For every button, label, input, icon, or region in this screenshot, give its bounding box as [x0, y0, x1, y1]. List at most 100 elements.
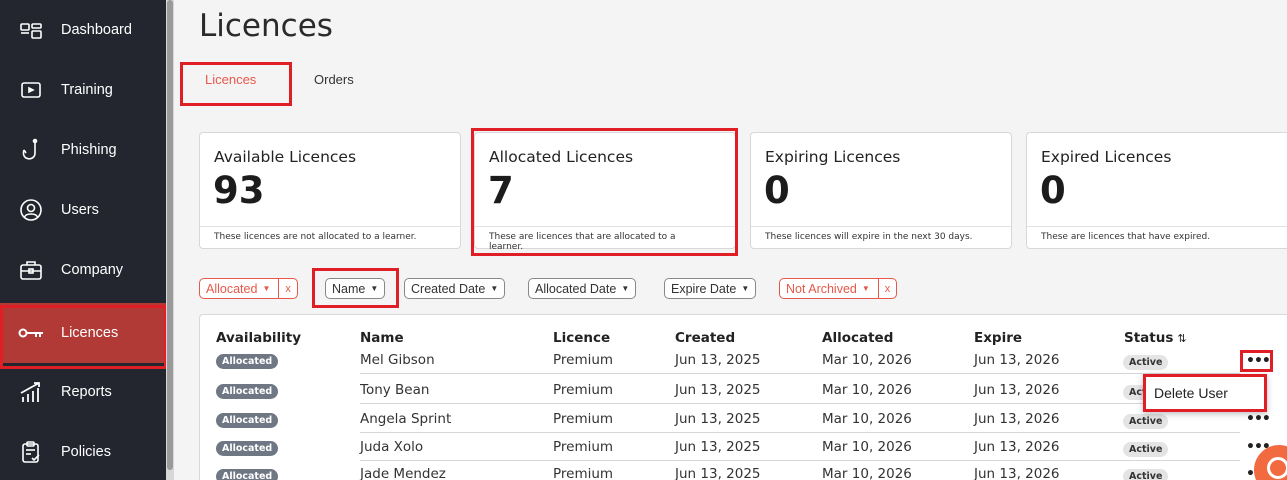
cell-expire: Jun 13, 2026: [974, 439, 1060, 455]
cell-name: Juda Xolo: [360, 439, 424, 455]
cell-expire: Jun 13, 2026: [974, 352, 1060, 368]
delete-user-menu-item[interactable]: Delete User: [1154, 385, 1228, 401]
training-icon: [18, 77, 44, 103]
card-footer: These licences are not allocated to a le…: [200, 226, 460, 242]
cell-allocated: Mar 10, 2026: [822, 466, 912, 480]
card-expired-licences: Expired Licences 0 These are licences th…: [1026, 132, 1287, 249]
cell-name: Jade Mendez: [360, 466, 446, 480]
sidebar-item-dashboard[interactable]: Dashboard: [0, 0, 166, 60]
cell-allocated: Mar 10, 2026: [822, 352, 912, 368]
availability-badge: Allocated: [216, 441, 279, 456]
status-badge: Active: [1123, 469, 1169, 480]
sidebar-item-label: Users: [61, 202, 99, 218]
row-divider: [360, 432, 1240, 433]
availability-badge: Allocated: [216, 413, 279, 428]
cell-licence: Premium: [553, 352, 614, 368]
sidebar-item-licences[interactable]: Licences: [0, 303, 166, 363]
cell-licence: Premium: [553, 411, 614, 427]
cell-licence: Premium: [553, 439, 614, 455]
filter-allocated[interactable]: Allocated ▼ x: [199, 278, 298, 299]
sort-icon[interactable]: ⇅: [1177, 332, 1186, 345]
column-header[interactable]: Expire: [974, 330, 1022, 346]
key-icon: [18, 320, 44, 346]
sidebar-item-label: Policies: [61, 444, 111, 460]
filter-created-date[interactable]: Created Date ▼: [404, 278, 506, 299]
sidebar: Dashboard Training Phishing Users Compan…: [0, 0, 166, 480]
status-badge: Active: [1123, 414, 1169, 429]
highlight-box: [312, 268, 399, 308]
filter-not-archived[interactable]: Not Archived ▼ x: [779, 278, 898, 299]
cell-name: Angela Sprint: [360, 411, 452, 427]
highlight-box: [471, 128, 738, 256]
sidebar-item-training[interactable]: Training: [0, 60, 166, 120]
row-divider: [360, 460, 1240, 461]
row-divider: [360, 373, 1240, 374]
availability-badge: Allocated: [216, 384, 279, 399]
card-value: 93: [213, 169, 265, 212]
column-header[interactable]: Licence: [553, 330, 610, 346]
reports-icon: [18, 379, 44, 405]
row-actions-button[interactable]: •••: [1246, 411, 1271, 427]
sidebar-item-policies[interactable]: Policies: [0, 422, 166, 480]
users-icon: [18, 197, 44, 223]
cell-created: Jun 13, 2025: [675, 382, 761, 398]
cell-name: Tony Bean: [360, 382, 430, 398]
sidebar-item-label: Company: [61, 262, 124, 278]
column-header[interactable]: Created: [675, 330, 735, 346]
status-badge: Active: [1123, 355, 1169, 370]
cell-allocated: Mar 10, 2026: [822, 411, 912, 427]
caret-down-icon: ▼: [262, 284, 271, 293]
caret-down-icon: ▼: [490, 284, 499, 293]
row-divider: [360, 403, 1240, 404]
filter-expire-date[interactable]: Expire Date ▼: [664, 278, 757, 299]
phishing-icon: [18, 137, 44, 163]
filter-label: Not Archived: [786, 281, 857, 296]
sidebar-item-label: Phishing: [61, 142, 117, 158]
column-header[interactable]: Availability: [216, 330, 301, 346]
highlight-box: [180, 62, 292, 106]
cell-expire: Jun 13, 2026: [974, 382, 1060, 398]
remove-filter-icon[interactable]: x: [278, 279, 291, 298]
column-header-label: Status: [1124, 330, 1174, 346]
availability-badge: Allocated: [216, 354, 279, 369]
remove-filter-icon[interactable]: x: [877, 279, 890, 298]
scrollbar-thumb[interactable]: [167, 0, 173, 470]
sidebar-item-company[interactable]: Company: [0, 240, 166, 300]
cell-name: Mel Gibson: [360, 352, 435, 368]
card-value: 0: [1040, 169, 1066, 212]
dashboard-icon: [18, 17, 44, 43]
cell-created: Jun 13, 2025: [675, 411, 761, 427]
policies-icon: [18, 439, 44, 465]
sidebar-scrollbar[interactable]: [166, 0, 174, 480]
page-title: Licences: [199, 8, 333, 44]
highlight-box: [1240, 350, 1273, 372]
filter-label: Expire Date: [671, 281, 737, 296]
cell-allocated: Mar 10, 2026: [822, 439, 912, 455]
cell-licence: Premium: [553, 466, 614, 480]
column-header[interactable]: Allocated: [822, 330, 893, 346]
card-footer: These licences will expire in the next 3…: [751, 226, 1011, 242]
filter-label: Created Date: [411, 281, 486, 296]
sidebar-item-label: Dashboard: [61, 22, 132, 38]
filter-label: Allocated Date: [535, 281, 617, 296]
column-header[interactable]: Name: [360, 330, 404, 346]
filter-label: Allocated: [206, 281, 258, 296]
sidebar-item-label: Training: [61, 82, 113, 98]
cell-expire: Jun 13, 2026: [974, 411, 1060, 427]
card-available-licences: Available Licences 93 These licences are…: [199, 132, 461, 249]
chat-icon: [1267, 457, 1287, 479]
tab-orders[interactable]: Orders: [314, 72, 354, 87]
column-header[interactable]: Status ⇅: [1124, 330, 1187, 346]
availability-badge: Allocated: [216, 469, 279, 480]
sidebar-item-phishing[interactable]: Phishing: [0, 120, 166, 180]
filter-allocated-date[interactable]: Allocated Date ▼: [528, 278, 637, 299]
caret-down-icon: ▼: [861, 284, 870, 293]
card-title: Expiring Licences: [765, 148, 901, 166]
sidebar-item-users[interactable]: Users: [0, 180, 166, 240]
company-icon: [18, 257, 44, 283]
card-expiring-licences: Expiring Licences 0 These licences will …: [750, 132, 1012, 249]
sidebar-item-reports[interactable]: Reports: [0, 362, 166, 422]
cell-created: Jun 13, 2025: [675, 352, 761, 368]
cell-created: Jun 13, 2025: [675, 439, 761, 455]
cell-licence: Premium: [553, 382, 614, 398]
